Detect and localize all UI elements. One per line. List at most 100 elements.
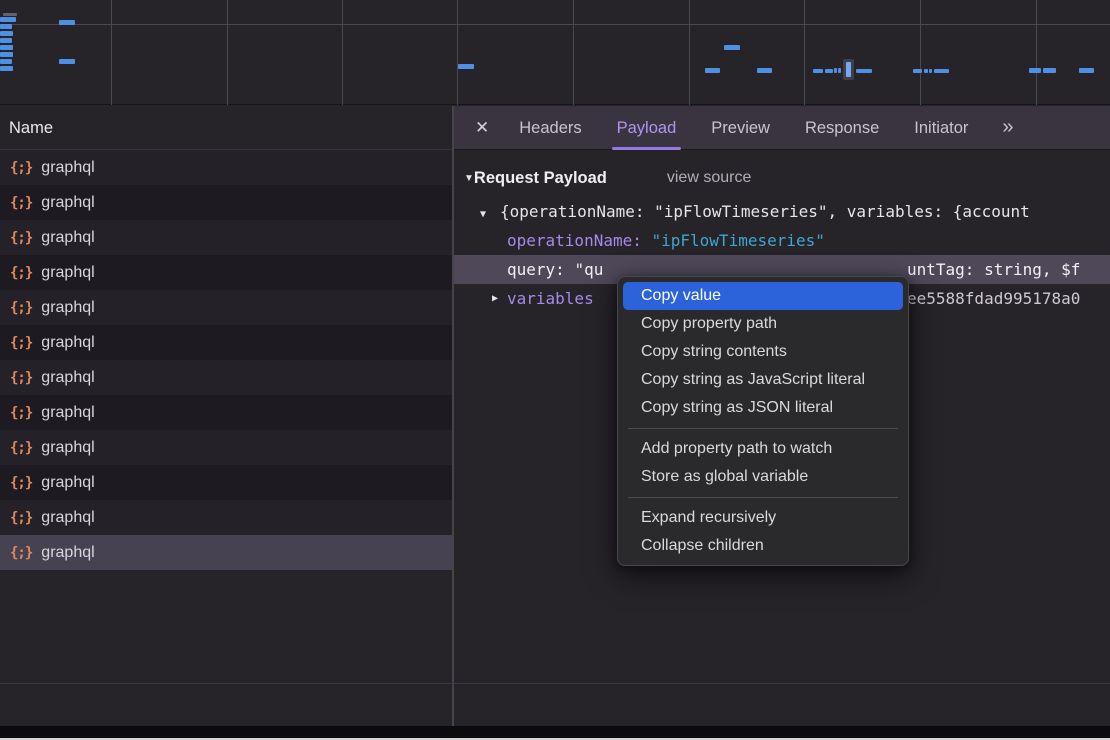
detail-tab-bar: ✕ Headers Payload Preview Response Initiator…: [454, 106, 1110, 150]
menu-separator: [628, 428, 898, 429]
tab-headers[interactable]: Headers: [516, 106, 584, 150]
request-list: {;} graphql {;} graphql {;} graphql {;} graphql…: [0, 150, 452, 570]
waterfall-bar: [705, 68, 720, 73]
request-name: graphql: [41, 439, 94, 457]
request-name: graphql: [41, 299, 94, 317]
grid-line: [111, 0, 112, 105]
request-name: graphql: [41, 159, 94, 177]
request-name: graphql: [41, 509, 94, 527]
json-braces-icon: {;}: [10, 510, 32, 526]
waterfall-bar: [0, 31, 13, 36]
request-name: graphql: [41, 229, 94, 247]
tab-payload[interactable]: Payload: [614, 106, 680, 150]
waterfall-bar: [0, 38, 12, 43]
request-row[interactable]: {;} graphql: [0, 150, 452, 185]
tab-preview[interactable]: Preview: [708, 106, 773, 150]
request-row[interactable]: {;} graphql: [0, 290, 452, 325]
waterfall-bar: [0, 59, 12, 64]
menu-item-store-as-global-variable[interactable]: Store as global variable: [618, 463, 908, 491]
waterfall-bar: [825, 69, 833, 73]
waterfall-bar: [0, 45, 13, 50]
waterfall-bar: [1043, 68, 1056, 73]
menu-item-copy-string-contents[interactable]: Copy string contents: [618, 338, 908, 366]
waterfall-bar: [0, 24, 12, 29]
json-braces-icon: {;}: [10, 475, 32, 491]
waterfall-bar: [3, 13, 17, 16]
json-braces-icon: {;}: [10, 230, 32, 246]
request-row[interactable]: {;} graphql: [0, 395, 452, 430]
bottom-divider: [0, 683, 1110, 684]
waterfall-bar: [0, 66, 13, 71]
json-braces-icon: {;}: [10, 440, 32, 456]
request-row[interactable]: {;} graphql: [0, 535, 452, 570]
object-preview-text: {operationName: "ipFlowTimeseries", vari…: [500, 202, 1030, 221]
grid-line: [0, 24, 1110, 25]
request-row[interactable]: {;} graphql: [0, 220, 452, 255]
json-braces-icon: {;}: [10, 545, 32, 561]
grid-line: [804, 0, 805, 105]
tab-initiator[interactable]: Initiator: [911, 106, 971, 150]
grid-line: [920, 0, 921, 105]
request-row[interactable]: {;} graphql: [0, 185, 452, 220]
menu-item-copy-value[interactable]: Copy value: [623, 282, 903, 310]
waterfall-bar: [846, 62, 851, 77]
property-value-continued: untTag: string, $f: [907, 255, 1080, 284]
waterfall-bar: [724, 45, 740, 50]
waterfall-bar: [0, 17, 16, 22]
tab-response[interactable]: Response: [802, 106, 882, 150]
request-payload-header: ▼Request Payload view source: [454, 163, 1110, 193]
section-title: Request Payload: [474, 169, 607, 188]
request-name: graphql: [41, 369, 94, 387]
menu-item-copy-string-as-json-literal[interactable]: Copy string as JSON literal: [618, 394, 908, 422]
grid-line: [573, 0, 574, 105]
json-braces-icon: {;}: [10, 370, 32, 386]
menu-item-copy-string-as-javascript-literal[interactable]: Copy string as JavaScript literal: [618, 366, 908, 394]
expand-triangle-icon[interactable]: ▼: [464, 173, 474, 184]
menu-item-copy-property-path[interactable]: Copy property path: [618, 310, 908, 338]
request-row[interactable]: {;} graphql: [0, 430, 452, 465]
expand-triangle-icon[interactable]: ▼: [480, 200, 500, 226]
request-row[interactable]: {;} graphql: [0, 465, 452, 500]
waterfall-bar: [813, 69, 823, 73]
request-row[interactable]: {;} graphql: [0, 500, 452, 535]
request-row[interactable]: {;} graphql: [0, 360, 452, 395]
waterfall-bar: [913, 69, 922, 73]
waterfall-bar: [934, 69, 949, 73]
waterfall-bar: [59, 59, 75, 64]
close-icon[interactable]: ✕: [475, 118, 489, 138]
operation-name-row[interactable]: operationName: "ipFlowTimeseries": [454, 226, 1110, 255]
name-column-header[interactable]: Name: [0, 106, 452, 150]
request-name: graphql: [41, 474, 94, 492]
waterfall-bar: [0, 52, 13, 57]
request-name: graphql: [41, 544, 94, 562]
network-overview-waterfall[interactable]: [0, 0, 1110, 105]
menu-item-collapse-children[interactable]: Collapse children: [618, 532, 908, 560]
json-braces-icon: {;}: [10, 160, 32, 176]
grid-line: [689, 0, 690, 105]
request-row[interactable]: {;}graphql: [0, 255, 452, 290]
json-braces-icon: {;}: [10, 405, 32, 421]
more-tabs-icon[interactable]: »: [1002, 116, 1013, 139]
object-preview-row[interactable]: ▼{operationName: "ipFlowTimeseries", var…: [454, 197, 1110, 226]
json-braces-icon: {;}: [10, 335, 32, 351]
waterfall-bar: [838, 68, 841, 73]
request-name: graphql: [41, 264, 94, 282]
waterfall-bar: [924, 69, 928, 73]
collapse-triangle-icon[interactable]: ▶: [492, 284, 498, 313]
menu-item-add-property-path-to-watch[interactable]: Add property path to watch: [618, 435, 908, 463]
json-braces-icon: {;}: [10, 195, 32, 211]
property-key: variables: [507, 289, 594, 308]
view-source-link[interactable]: view source: [667, 169, 751, 187]
menu-item-expand-recursively[interactable]: Expand recursively: [618, 504, 908, 532]
json-braces-icon: {;}: [10, 300, 32, 316]
request-name: graphql: [41, 194, 94, 212]
property-value: "ipFlowTimeseries": [652, 231, 825, 250]
waterfall-bar: [59, 20, 75, 25]
request-row[interactable]: {;}graphql: [0, 325, 452, 360]
context-menu: Copy valueCopy property pathCopy string …: [617, 276, 909, 566]
property-key: query:: [507, 260, 574, 279]
window-bottom-bar: [0, 726, 1110, 738]
grid-line: [1036, 0, 1037, 105]
property-value-start: "qu: [574, 260, 603, 279]
request-name: graphql: [41, 404, 94, 422]
